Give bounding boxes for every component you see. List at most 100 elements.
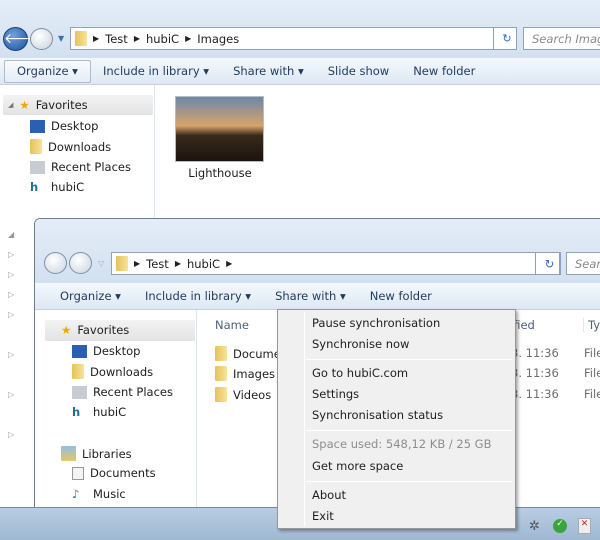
tree-expanders: ◢ ▷ ▷ ▷ ▷ ▷ ▷ ▷	[8, 230, 15, 439]
column-name[interactable]: Name	[215, 318, 249, 332]
file-name: Lighthouse	[188, 166, 252, 180]
row-type: File	[584, 346, 600, 360]
nav-label: Recent Places	[51, 160, 131, 174]
folder-icon	[215, 366, 227, 381]
forward-button[interactable]	[69, 252, 92, 274]
new-folder-button[interactable]: New folder	[358, 289, 444, 303]
nav-documents[interactable]: Documents	[72, 466, 156, 480]
nav-label: hubiC	[93, 405, 127, 419]
nav-label: Music	[93, 487, 126, 501]
menu-sync-status[interactable]: Synchronisation status	[312, 408, 443, 422]
table-row[interactable]: Images	[215, 366, 275, 381]
column-type[interactable]: Typ	[583, 318, 600, 332]
nav-label: Desktop	[93, 344, 141, 358]
menu-pause-sync[interactable]: Pause synchronisation	[312, 316, 440, 330]
recent-pages-dropdown[interactable]: ▽	[98, 259, 104, 268]
tray-flag-icon[interactable]: ✕	[578, 518, 591, 534]
breadcrumb-item[interactable]: hubiC	[187, 257, 220, 271]
back-button[interactable]	[44, 252, 67, 274]
menu-exit[interactable]: Exit	[312, 509, 334, 523]
nav-music[interactable]: ♪ Music	[72, 487, 126, 501]
menu-about[interactable]: About	[312, 488, 346, 502]
row-type: File	[584, 387, 600, 401]
favorites-item[interactable]: ◢ ★ Favorites	[8, 98, 88, 112]
nav-label: Downloads	[48, 139, 112, 154]
hubic-context-menu: Pause synchronisation Synchronise now Go…	[277, 309, 516, 529]
row-modified: 3. 11:36	[511, 346, 559, 360]
nav-recent-places[interactable]: Recent Places	[30, 160, 131, 174]
menu-sync-now[interactable]: Synchronise now	[312, 337, 409, 351]
front-toolbar: Organize ▾ Include in library ▾ Share wi…	[35, 283, 600, 310]
chevron-icon: ▶	[226, 259, 233, 268]
slide-show-button[interactable]: Slide show	[316, 64, 401, 78]
downloads-icon	[72, 364, 84, 379]
desktop-icon	[30, 119, 45, 133]
share-with-button[interactable]: Share with ▾	[263, 289, 358, 303]
menu-settings[interactable]: Settings	[312, 387, 359, 401]
include-in-library-button[interactable]: Include in library ▾	[91, 64, 221, 78]
breadcrumb-item[interactable]: Test	[105, 32, 128, 46]
menu-separator	[306, 430, 512, 431]
row-modified: 3. 11:36	[511, 387, 559, 401]
row-name: Images	[233, 366, 276, 381]
new-folder-button[interactable]: New folder	[401, 64, 487, 78]
search-input[interactable]: Search Images	[523, 27, 600, 50]
tray-hubic-sync-icon[interactable]: ✓	[553, 519, 567, 533]
star-icon: ★	[19, 98, 30, 112]
folder-icon	[116, 256, 128, 271]
search-input[interactable]: Search	[566, 252, 600, 275]
nav-hubic[interactable]: h hubiC	[72, 405, 126, 419]
share-with-button[interactable]: Share with ▾	[221, 64, 316, 78]
nav-libraries[interactable]: Libraries	[61, 446, 132, 461]
nav-label: Recent Places	[93, 385, 173, 399]
nav-label: Downloads	[90, 364, 154, 379]
chevron-icon: ▶	[185, 34, 192, 43]
back-button[interactable]: 🡐	[3, 27, 42, 51]
table-row[interactable]: Docume	[215, 346, 281, 361]
organize-button[interactable]: Organize ▾	[4, 59, 91, 83]
breadcrumb-item[interactable]: Test	[146, 257, 169, 271]
menu-get-more-space[interactable]: Get more space	[312, 459, 403, 473]
breadcrumb-item[interactable]: hubiC	[146, 32, 179, 46]
favorites-label: Favorites	[35, 98, 88, 112]
chevron-icon: ▶	[174, 259, 181, 268]
forward-button[interactable]	[30, 28, 53, 50]
row-name: Docume	[233, 346, 281, 361]
music-icon: ♪	[72, 487, 80, 501]
star-icon: ★	[61, 323, 72, 337]
file-lighthouse[interactable]: Lighthouse	[175, 96, 265, 180]
chevron-icon: ▶	[93, 34, 100, 43]
nav-downloads[interactable]: Downloads	[72, 364, 153, 379]
recent-places-icon	[72, 385, 87, 399]
tray-action-center-icon[interactable]: ✲	[529, 519, 540, 534]
include-in-library-button[interactable]: Include in library ▾	[133, 289, 263, 303]
address-bar[interactable]: ▶ Test ▶ hubiC ▶ ▼	[111, 252, 561, 275]
desktop-icon	[72, 344, 87, 358]
nav-recent-places[interactable]: Recent Places	[72, 385, 173, 399]
back-toolbar: Organize ▾ Include in library ▾ Share wi…	[0, 58, 600, 85]
refresh-button[interactable]: ↻	[493, 27, 517, 50]
chevron-icon: ▶	[134, 259, 141, 268]
row-modified: 3. 11:36	[511, 366, 559, 380]
lighthouse-thumbnail	[175, 96, 264, 162]
refresh-button[interactable]: ↻	[535, 252, 560, 275]
breadcrumb-item[interactable]: Images	[197, 32, 239, 46]
nav-label: Desktop	[51, 119, 99, 133]
nav-hubic[interactable]: h hubiC	[30, 180, 84, 194]
menu-go-to-hubic[interactable]: Go to hubiC.com	[312, 366, 408, 380]
table-row[interactable]: Videos	[215, 387, 271, 402]
hubic-icon: h	[72, 405, 81, 419]
address-bar[interactable]: ▶ Test ▶ hubiC ▶ Images ▼	[70, 27, 516, 50]
menu-separator	[306, 359, 512, 360]
nav-downloads[interactable]: Downloads	[30, 139, 111, 154]
nav-desktop[interactable]: Desktop	[30, 119, 98, 133]
favorites-item[interactable]: ★ Favorites	[61, 323, 129, 337]
documents-icon	[72, 466, 84, 480]
nav-desktop[interactable]: Desktop	[72, 344, 140, 358]
favorites-label: Favorites	[77, 323, 130, 337]
nav-label: hubiC	[51, 180, 85, 194]
organize-button[interactable]: Organize ▾	[48, 289, 133, 303]
libraries-icon	[61, 446, 76, 461]
nav-label: Libraries	[82, 446, 132, 461]
recent-pages-dropdown[interactable]: ▼	[58, 34, 64, 43]
